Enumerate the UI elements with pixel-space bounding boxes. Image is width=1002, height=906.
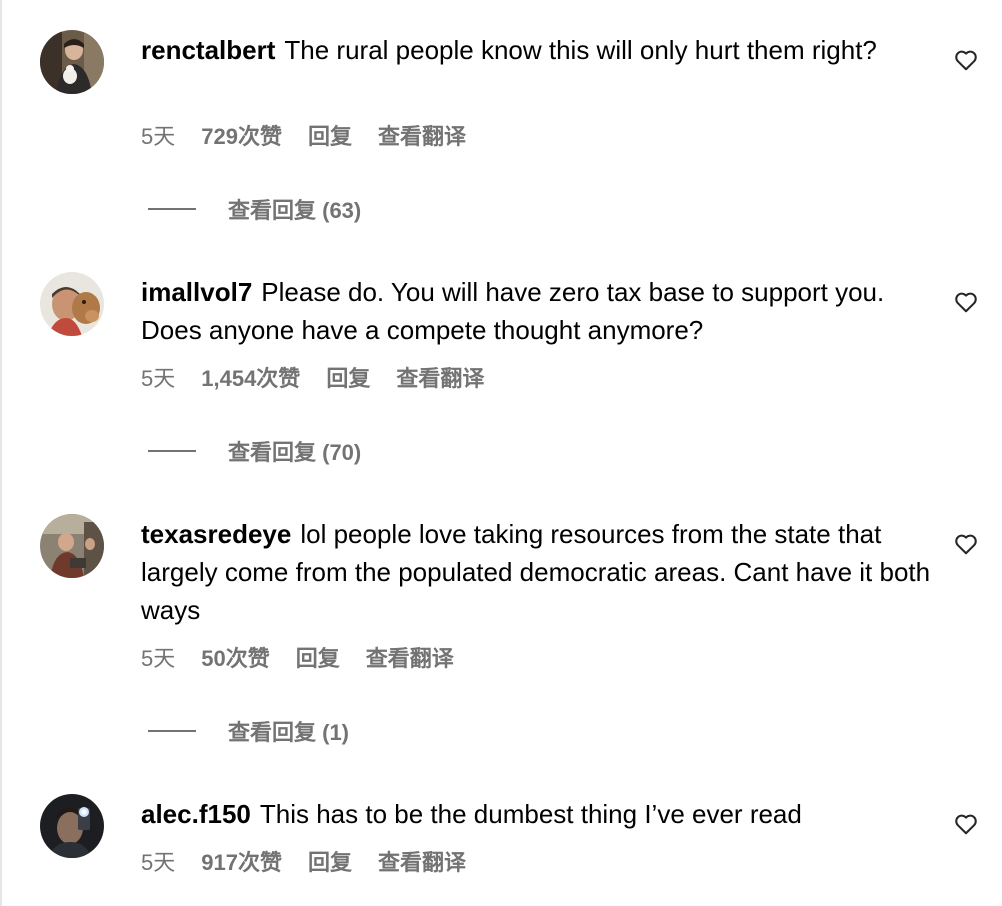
replies-divider-line bbox=[148, 208, 196, 210]
comment-time[interactable]: 5天 bbox=[141, 364, 175, 394]
comment-time[interactable]: 5天 bbox=[141, 644, 175, 674]
comment-likes[interactable]: 50次赞 bbox=[201, 644, 269, 674]
avatar[interactable] bbox=[40, 272, 104, 336]
comment-time[interactable]: 5天 bbox=[141, 848, 175, 878]
comment-username[interactable]: imallvol7 bbox=[141, 277, 252, 307]
comment-likes[interactable]: 1,454次赞 bbox=[201, 364, 300, 394]
reply-button[interactable]: 回复 bbox=[296, 644, 340, 674]
avatar[interactable] bbox=[40, 30, 104, 94]
comment-username[interactable]: renctalbert bbox=[141, 35, 275, 65]
comment-time[interactable]: 5天 bbox=[141, 122, 175, 152]
comment-body: imallvol7 Please do. You will have zero t… bbox=[141, 273, 931, 349]
comment-text: Please do. You will have zero tax base t… bbox=[141, 277, 885, 345]
replies-divider-line bbox=[148, 730, 196, 732]
translate-button[interactable]: 查看翻译 bbox=[366, 644, 454, 674]
comment-text: The rural people know this will only hur… bbox=[284, 35, 877, 65]
comment-meta: 5天 917次赞 回复 查看翻译 bbox=[141, 848, 492, 878]
view-replies-button[interactable]: 查看回复 (1) bbox=[148, 716, 349, 746]
comment-body: alec.f150 This has to be the dumbest thin… bbox=[141, 795, 931, 833]
replies-divider-line bbox=[148, 450, 196, 452]
comment-meta: 5天 729次赞 回复 查看翻译 bbox=[141, 122, 492, 152]
translate-button[interactable]: 查看翻译 bbox=[378, 122, 466, 152]
heart-outline-icon[interactable] bbox=[953, 811, 979, 837]
comment-likes[interactable]: 729次赞 bbox=[201, 122, 282, 152]
comment-meta: 5天 1,454次赞 回复 查看翻译 bbox=[141, 364, 510, 394]
avatar[interactable] bbox=[40, 794, 104, 858]
view-replies-label: 查看回复 (63) bbox=[228, 198, 362, 223]
translate-button[interactable]: 查看翻译 bbox=[378, 848, 466, 878]
view-replies-label: 查看回复 (70) bbox=[228, 440, 362, 465]
comment-text: This has to be the dumbest thing I’ve ev… bbox=[259, 799, 802, 829]
avatar[interactable] bbox=[40, 514, 104, 578]
heart-outline-icon[interactable] bbox=[953, 531, 979, 557]
comment-username[interactable]: texasredeye bbox=[141, 519, 291, 549]
reply-button[interactable]: 回复 bbox=[326, 364, 370, 394]
view-replies-label: 查看回复 (1) bbox=[228, 720, 350, 745]
comment-likes[interactable]: 917次赞 bbox=[201, 848, 282, 878]
reply-button[interactable]: 回复 bbox=[308, 848, 352, 878]
comment-meta: 5天 50次赞 回复 查看翻译 bbox=[141, 644, 480, 674]
reply-button[interactable]: 回复 bbox=[308, 122, 352, 152]
heart-outline-icon[interactable] bbox=[953, 47, 979, 73]
comment-body: texasredeye lol people love taking resour… bbox=[141, 515, 931, 629]
comment-username[interactable]: alec.f150 bbox=[141, 799, 251, 829]
heart-outline-icon[interactable] bbox=[953, 289, 979, 315]
panel-left-border bbox=[0, 0, 2, 906]
view-replies-button[interactable]: 查看回复 (63) bbox=[148, 194, 361, 224]
view-replies-button[interactable]: 查看回复 (70) bbox=[148, 436, 361, 466]
comment-body: renctalbert The rural people know this wi… bbox=[141, 31, 931, 69]
translate-button[interactable]: 查看翻译 bbox=[396, 364, 484, 394]
